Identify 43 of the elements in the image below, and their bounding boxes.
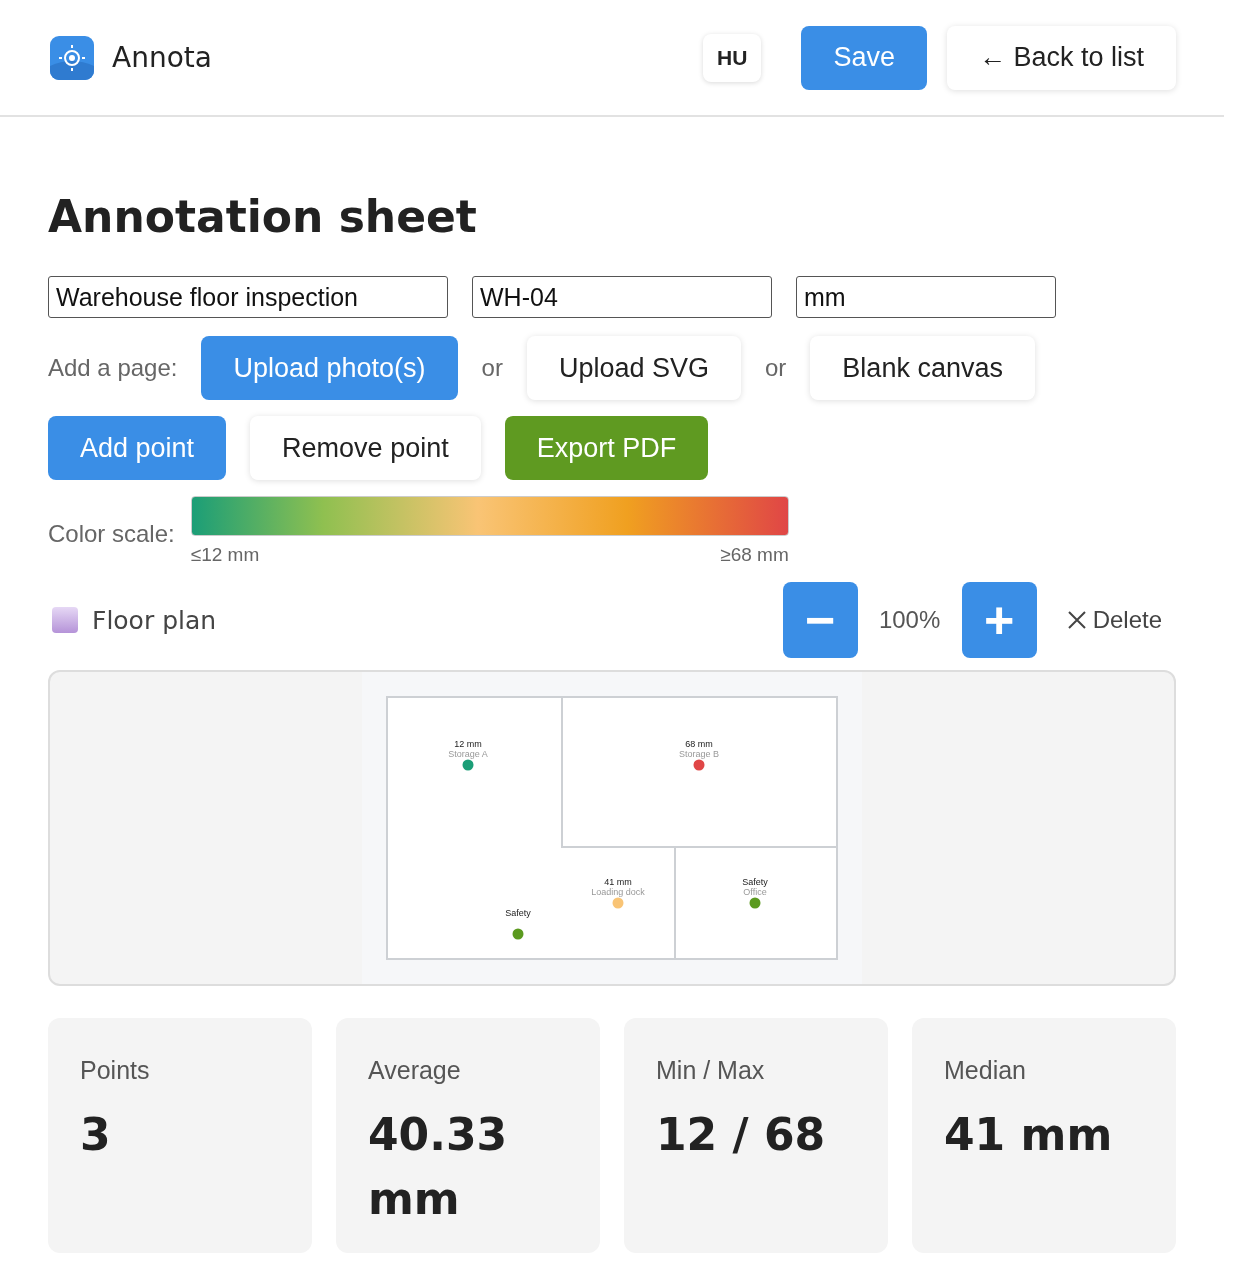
point-label: Storage A — [448, 749, 488, 759]
page-title: Floor plan — [92, 605, 217, 635]
text-field[interactable]: WH-04 — [472, 276, 772, 318]
app-name: Annota — [112, 41, 212, 74]
point-label: Loading dock — [591, 887, 645, 897]
stat-value: 40.33 mm — [368, 1108, 509, 1226]
color-scale-label: Color scale: — [48, 520, 175, 548]
stat-value: 12 / 68 — [656, 1108, 827, 1162]
scale-min-label: ≤12 mm — [190, 544, 260, 566]
or-text: or — [765, 354, 787, 382]
logo-icon — [50, 35, 94, 80]
page-heading: Annotation sheet — [48, 191, 478, 242]
action-button[interactable]: Remove point — [250, 416, 481, 480]
measurement-point[interactable] — [693, 759, 705, 771]
back-button[interactable]: ← Back to list — [946, 25, 1176, 90]
point-value: 41 mm — [604, 877, 632, 887]
point-value: 12 mm — [454, 739, 482, 749]
point-value: Safety — [742, 877, 768, 887]
measurement-point[interactable] — [462, 759, 474, 771]
language-button[interactable]: HU — [703, 33, 762, 82]
stat-label: Points — [80, 1056, 151, 1085]
text-field[interactable]: mm — [796, 276, 1056, 318]
stat-value: 41 mm — [944, 1108, 1114, 1162]
delete-button[interactable]: Delete — [1066, 606, 1162, 634]
text-field[interactable]: Warehouse floor inspection — [48, 276, 448, 318]
point-label: Storage B — [679, 749, 719, 759]
point-value: Safety — [505, 908, 531, 918]
add-page-button[interactable]: Upload SVG — [526, 336, 741, 400]
add-page-button[interactable]: Blank canvas — [810, 336, 1035, 400]
measurement-point[interactable] — [749, 897, 761, 909]
or-text: or — [481, 354, 503, 382]
stat-value: 3 — [80, 1108, 112, 1162]
point-value: 68 mm — [685, 739, 713, 749]
stat-label: Median — [944, 1056, 1027, 1085]
page-swatch-icon — [52, 607, 78, 633]
point-label: Office — [743, 887, 767, 897]
stat-label: Average — [368, 1056, 462, 1085]
stat-label: Min / Max — [656, 1056, 766, 1085]
scale-max-label: ≥68 mm — [720, 544, 789, 566]
add-page-label: Add a page: — [48, 354, 178, 382]
measurement-point[interactable] — [512, 928, 524, 940]
zoom-level: 100% — [877, 606, 942, 634]
close-icon — [1066, 610, 1087, 630]
